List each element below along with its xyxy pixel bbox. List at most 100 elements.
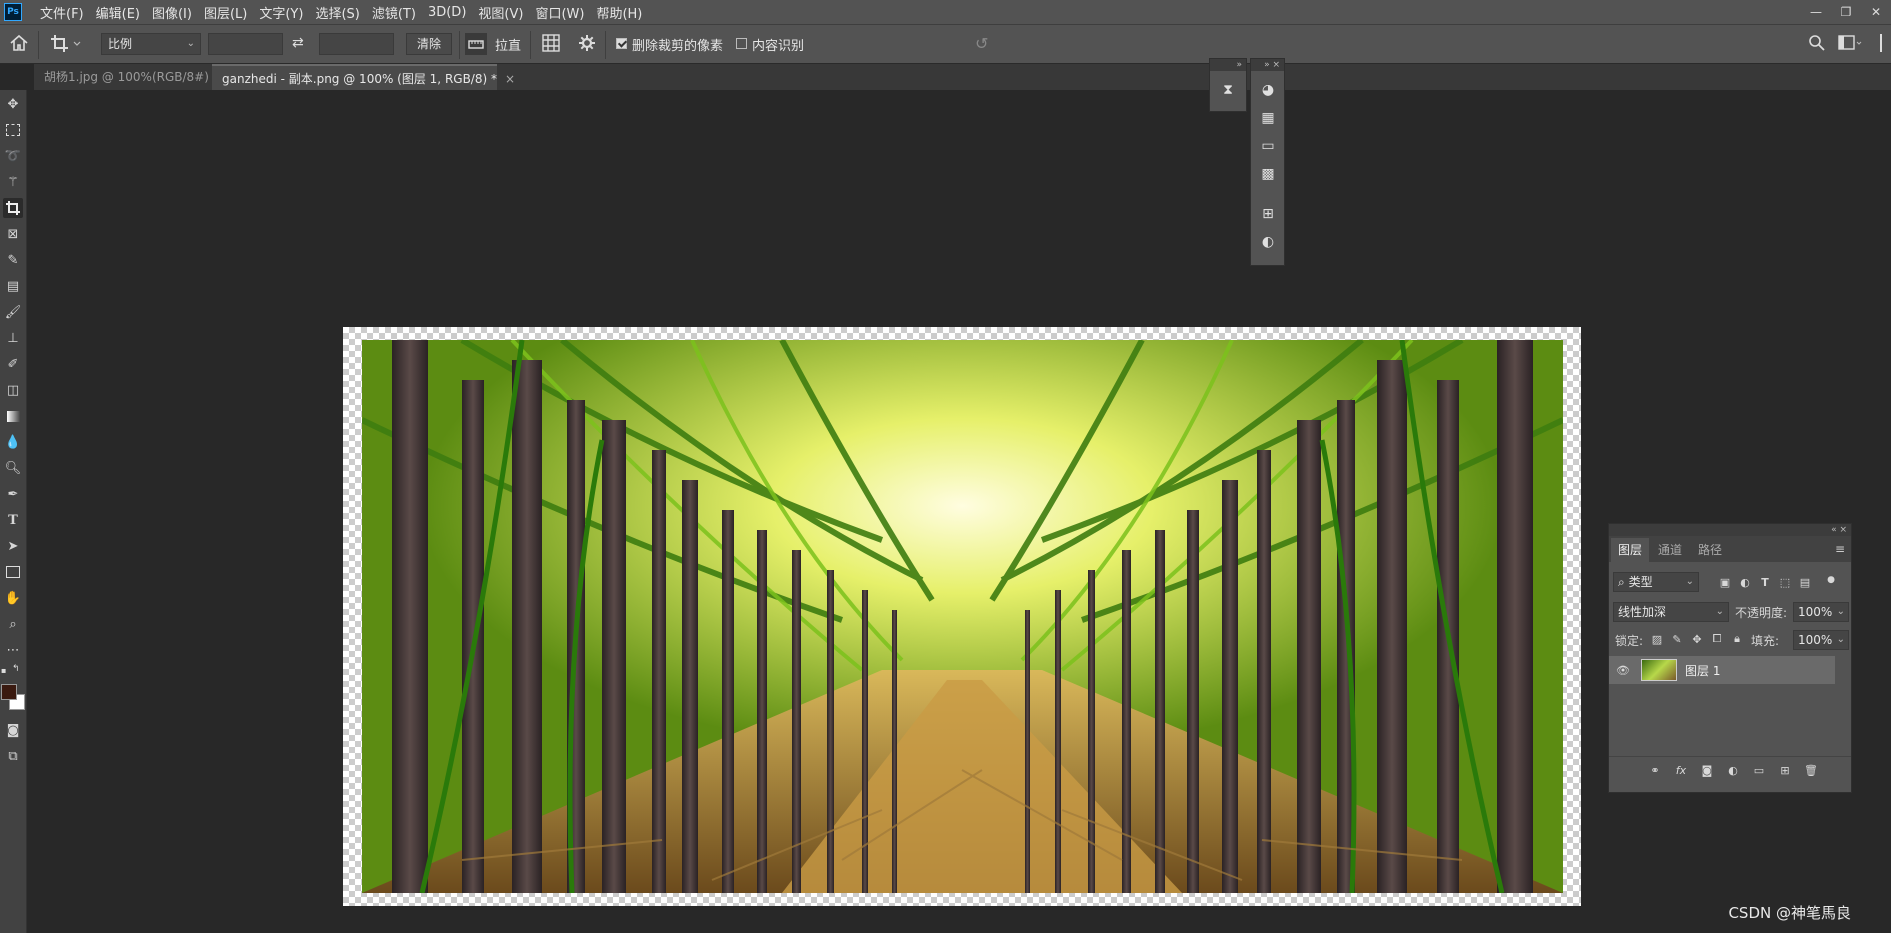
eyedropper-icon[interactable]: ✎ bbox=[3, 250, 23, 270]
lasso-icon[interactable]: ➰ bbox=[3, 146, 23, 166]
type-icon[interactable]: T bbox=[3, 510, 23, 530]
menu-select[interactable]: 选择(S) bbox=[309, 3, 365, 22]
home-icon[interactable] bbox=[9, 34, 29, 55]
smart-object-filter-icon[interactable]: ▤ bbox=[1797, 574, 1813, 590]
zoom-icon[interactable]: ⌕ bbox=[3, 614, 23, 634]
share-icon[interactable] bbox=[1880, 34, 1891, 52]
default-colors-icon[interactable]: ▪ bbox=[1, 666, 11, 675]
layer-name[interactable]: 图层 1 bbox=[1685, 662, 1720, 679]
fx-icon[interactable]: fx bbox=[1673, 762, 1689, 778]
collapse-icon[interactable]: « bbox=[1831, 525, 1837, 535]
crop-width-input[interactable] bbox=[208, 33, 283, 55]
clear-button[interactable]: 清除 bbox=[406, 33, 452, 55]
marquee-icon[interactable] bbox=[3, 120, 23, 140]
foreground-color-swatch[interactable] bbox=[1, 684, 17, 700]
menu-image[interactable]: 图像(I) bbox=[146, 3, 198, 22]
overlay-grid-icon[interactable] bbox=[542, 34, 560, 55]
eye-icon[interactable]: 👁︎ bbox=[1615, 662, 1631, 678]
move-icon[interactable]: ✥ bbox=[3, 94, 23, 114]
swatches-icon[interactable]: ▦ bbox=[1257, 107, 1279, 129]
adjustments-icon[interactable]: ◐ bbox=[1257, 231, 1279, 253]
crop-tool-preset-icon[interactable] bbox=[50, 34, 82, 57]
reset-icon[interactable]: ↺ bbox=[975, 34, 988, 53]
menu-file[interactable]: 文件(F) bbox=[34, 3, 90, 22]
color-palette-icon[interactable]: ◕ bbox=[1257, 79, 1279, 101]
straighten-icon[interactable] bbox=[465, 33, 487, 55]
stamp-icon[interactable]: ⊥ bbox=[3, 328, 23, 348]
properties-icon[interactable]: ⊞ bbox=[1257, 203, 1279, 225]
lock-transparent-icon[interactable]: ▨ bbox=[1649, 631, 1665, 647]
dodge-icon[interactable]: 🔍︎ bbox=[3, 458, 23, 478]
content-aware-checkbox[interactable] bbox=[736, 38, 747, 49]
adjustment-filter-icon[interactable]: ◐ bbox=[1737, 574, 1753, 590]
panel-menu-icon[interactable]: ≡ bbox=[1835, 542, 1845, 556]
blend-mode-select[interactable]: 线性加深 ⌄ bbox=[1613, 602, 1729, 622]
tab-document-2[interactable]: ganzhedi - 副本.png @ 100% (图层 1, RGB/8) *… bbox=[212, 64, 515, 90]
canvas-image-sugarcane[interactable] bbox=[362, 340, 1563, 893]
gradient-icon[interactable] bbox=[3, 406, 23, 426]
shape-filter-icon[interactable]: ⬚ bbox=[1777, 574, 1793, 590]
path-select-icon[interactable]: ➤ bbox=[3, 536, 23, 556]
history-icon[interactable]: ⧗ bbox=[1217, 79, 1239, 101]
lock-artboard-icon[interactable]: ⧠ bbox=[1709, 631, 1725, 647]
crop-height-input[interactable] bbox=[319, 33, 394, 55]
healing-icon[interactable]: ▤ bbox=[3, 276, 23, 296]
close-icon[interactable]: × bbox=[505, 72, 515, 86]
opacity-input[interactable]: 100% ⌄ bbox=[1793, 602, 1849, 622]
frame-icon[interactable]: ⊠ bbox=[3, 224, 23, 244]
hand-icon[interactable]: ✋ bbox=[3, 588, 23, 608]
screen-mode-icon[interactable]: ⧉ bbox=[3, 746, 23, 766]
tab-channels[interactable]: 通道 bbox=[1651, 538, 1689, 562]
menu-filter[interactable]: 滤镜(T) bbox=[366, 3, 422, 22]
history-brush-icon[interactable]: ✐ bbox=[3, 354, 23, 374]
menu-window[interactable]: 窗口(W) bbox=[529, 3, 590, 22]
tab-document-1[interactable]: 胡杨1.jpg @ 100%(RGB/8#)× bbox=[34, 64, 227, 90]
collapse-icon[interactable]: » bbox=[1210, 59, 1246, 71]
pixel-filter-icon[interactable]: ▣ bbox=[1717, 574, 1733, 590]
close-window-button[interactable]: ✕ bbox=[1861, 0, 1891, 24]
patterns-icon[interactable]: ▩ bbox=[1257, 163, 1279, 185]
brush-icon[interactable]: 🖌 bbox=[3, 302, 23, 322]
quick-mask-icon[interactable]: ◙ bbox=[3, 720, 23, 740]
new-adjustment-icon[interactable]: ◐ bbox=[1725, 762, 1741, 778]
eraser-icon[interactable]: ◫ bbox=[3, 380, 23, 400]
tab-paths[interactable]: 路径 bbox=[1691, 538, 1729, 562]
trash-icon[interactable]: 🗑︎ bbox=[1803, 762, 1819, 778]
menu-layer[interactable]: 图层(L) bbox=[198, 3, 253, 22]
menu-type[interactable]: 文字(Y) bbox=[253, 3, 309, 22]
tab-layers[interactable]: 图层 bbox=[1611, 538, 1650, 562]
minimize-button[interactable]: — bbox=[1801, 0, 1831, 24]
gear-icon[interactable] bbox=[578, 34, 596, 55]
magic-wand-icon[interactable]: ⚚ bbox=[3, 172, 23, 192]
close-icon[interactable]: × bbox=[1839, 525, 1847, 535]
lock-position-icon[interactable]: ✥ bbox=[1689, 631, 1705, 647]
layer-filter-select[interactable]: ⌕ 类型 ⌄ bbox=[1613, 572, 1699, 592]
new-layer-icon[interactable]: ⊞ bbox=[1777, 762, 1793, 778]
type-filter-icon[interactable]: T bbox=[1757, 574, 1773, 590]
layer-row[interactable]: 👁︎ 图层 1 bbox=[1609, 656, 1835, 684]
lock-image-icon[interactable]: ✎ bbox=[1669, 631, 1685, 647]
filter-toggle-icon[interactable]: ● bbox=[1823, 572, 1839, 588]
gradients-icon[interactable]: ▭ bbox=[1257, 135, 1279, 157]
menu-edit[interactable]: 编辑(E) bbox=[90, 3, 146, 22]
menu-view[interactable]: 视图(V) bbox=[472, 3, 529, 22]
swap-dimensions-icon[interactable]: ⇄ bbox=[292, 35, 304, 51]
restore-button[interactable]: ❐ bbox=[1831, 0, 1861, 24]
close-icon[interactable]: × bbox=[1272, 60, 1280, 70]
fill-input[interactable]: 100% ⌄ bbox=[1793, 630, 1849, 650]
straighten-label[interactable]: 拉直 bbox=[495, 35, 521, 54]
pen-icon[interactable]: ✒ bbox=[3, 484, 23, 504]
workspace-icon[interactable] bbox=[1838, 34, 1862, 55]
delete-cropped-pixels-checkbox[interactable] bbox=[616, 38, 627, 49]
add-mask-icon[interactable]: ◙ bbox=[1699, 762, 1715, 778]
menu-help[interactable]: 帮助(H) bbox=[590, 3, 648, 22]
rectangle-icon[interactable] bbox=[3, 562, 23, 582]
lock-all-icon[interactable]: 🔒︎ bbox=[1729, 631, 1745, 647]
search-icon[interactable] bbox=[1808, 34, 1826, 55]
crop-icon[interactable] bbox=[3, 198, 23, 218]
new-group-icon[interactable]: ▭ bbox=[1751, 762, 1767, 778]
link-layers-icon[interactable]: ⚭ bbox=[1647, 762, 1663, 778]
swap-colors-icon[interactable]: ↰ bbox=[12, 664, 20, 674]
collapse-icon[interactable]: » bbox=[1264, 60, 1270, 70]
blur-icon[interactable]: 💧 bbox=[3, 432, 23, 452]
